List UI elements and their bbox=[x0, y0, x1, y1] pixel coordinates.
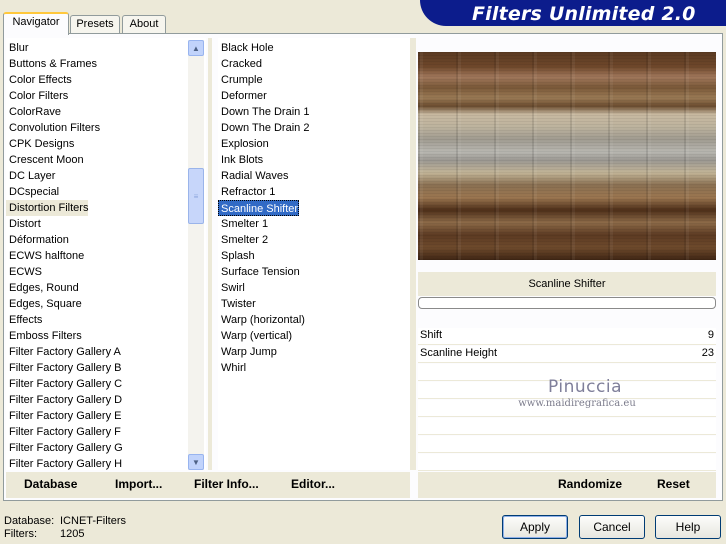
divider bbox=[208, 38, 212, 470]
category-item[interactable]: ColorRave bbox=[6, 104, 61, 120]
category-list[interactable]: Blur Buttons & Frames Color Effects Color F… bbox=[6, 38, 206, 470]
filter-item[interactable]: Down The Drain 2 bbox=[218, 120, 309, 136]
filter-item[interactable]: Crumple bbox=[218, 72, 263, 88]
param-row-empty bbox=[418, 418, 716, 435]
apply-button[interactable]: Apply bbox=[502, 515, 568, 539]
param-row-empty bbox=[418, 454, 716, 471]
window-title: Filters Unlimited 2.0 bbox=[472, 3, 696, 25]
preview-scanlines bbox=[418, 52, 716, 260]
randomize-button[interactable]: Randomize bbox=[558, 477, 622, 491]
category-item[interactable]: ECWS bbox=[6, 264, 42, 280]
category-item[interactable]: Filter Factory Gallery F bbox=[6, 424, 121, 440]
status-area: Database: ICNET-Filters Filters: 1205 bbox=[4, 515, 126, 541]
filters-status-label: Filters: bbox=[4, 528, 37, 540]
filter-item[interactable]: Down The Drain 1 bbox=[218, 104, 309, 120]
filter-item[interactable]: Swirl bbox=[218, 280, 245, 296]
param-label: Shift bbox=[420, 329, 443, 341]
filter-item[interactable]: Warp Jump bbox=[218, 344, 277, 360]
category-item[interactable]: Crescent Moon bbox=[6, 152, 84, 168]
progress-bar bbox=[418, 297, 716, 309]
category-item[interactable]: DCspecial bbox=[6, 184, 59, 200]
tab-navigator[interactable]: Navigator bbox=[3, 12, 69, 35]
filter-item[interactable]: Deformer bbox=[218, 88, 267, 104]
category-item[interactable]: Filter Factory Gallery A bbox=[6, 344, 121, 360]
category-item[interactable]: Filter Factory Gallery H bbox=[6, 456, 122, 470]
category-item[interactable]: Color Effects bbox=[6, 72, 72, 88]
filter-item[interactable]: Whirl bbox=[218, 360, 246, 376]
cancel-button[interactable]: Cancel bbox=[579, 515, 645, 539]
import-button[interactable]: Import... bbox=[115, 477, 162, 491]
filter-item[interactable]: Cracked bbox=[218, 56, 262, 72]
filter-item[interactable]: Ink Blots bbox=[218, 152, 263, 168]
list-toolbar: Database Import... Filter Info... Editor… bbox=[6, 472, 410, 498]
filters-status-value: 1205 bbox=[60, 528, 85, 540]
category-scrollbar[interactable]: ▲ ≡ ▼ bbox=[188, 40, 204, 470]
scroll-up-button[interactable]: ▲ bbox=[188, 40, 204, 56]
database-status-label: Database: bbox=[4, 515, 55, 527]
filter-item[interactable]: Surface Tension bbox=[218, 264, 300, 280]
watermark-name: Pinuccia bbox=[548, 377, 622, 397]
filter-item[interactable]: Radial Waves bbox=[218, 168, 288, 184]
param-label: Scanline Height bbox=[420, 347, 498, 359]
filter-item[interactable]: Smelter 2 bbox=[218, 232, 268, 248]
filter-item[interactable]: Smelter 1 bbox=[218, 216, 268, 232]
category-item[interactable]: Filter Factory Gallery C bbox=[6, 376, 122, 392]
category-item[interactable]: Blur bbox=[6, 40, 29, 56]
preview-image bbox=[418, 52, 716, 260]
category-item[interactable]: Filter Factory Gallery E bbox=[6, 408, 121, 424]
param-value[interactable]: 9 bbox=[708, 329, 714, 341]
help-button[interactable]: Help bbox=[655, 515, 721, 539]
param-row-scanline-height[interactable]: Scanline Height 23 bbox=[418, 346, 716, 363]
filter-item[interactable]: Explosion bbox=[218, 136, 269, 152]
filter-item[interactable]: Black Hole bbox=[218, 40, 274, 56]
database-button[interactable]: Database bbox=[24, 477, 77, 491]
category-item[interactable]: Distortion Filters bbox=[6, 200, 89, 216]
param-row-empty bbox=[418, 436, 716, 453]
filter-item[interactable]: Twister bbox=[218, 296, 256, 312]
category-item[interactable]: DC Layer bbox=[6, 168, 55, 184]
category-item[interactable]: Filter Factory Gallery D bbox=[6, 392, 122, 408]
filter-list[interactable]: Black Hole Cracked Crumple Deformer Down The… bbox=[218, 38, 410, 470]
tab-presets[interactable]: Presets bbox=[70, 15, 120, 34]
category-item[interactable]: Buttons & Frames bbox=[6, 56, 97, 72]
database-status-value: ICNET-Filters bbox=[60, 515, 126, 527]
reset-button[interactable]: Reset bbox=[657, 477, 690, 491]
watermark-url: www.maidiregrafica.eu bbox=[518, 398, 636, 409]
filter-info-button[interactable]: Filter Info... bbox=[194, 477, 259, 491]
tab-about[interactable]: About bbox=[122, 15, 166, 34]
divider bbox=[410, 38, 416, 470]
preview-toolbar: Randomize Reset bbox=[418, 472, 716, 498]
filter-item[interactable]: Splash bbox=[218, 248, 255, 264]
category-item[interactable]: Filter Factory Gallery B bbox=[6, 360, 121, 376]
param-value[interactable]: 23 bbox=[702, 347, 714, 359]
scroll-down-button[interactable]: ▼ bbox=[188, 454, 204, 470]
category-item[interactable]: Convolution Filters bbox=[6, 120, 100, 136]
category-item[interactable]: Déformation bbox=[6, 232, 69, 248]
filter-item[interactable]: Warp (horizontal) bbox=[218, 312, 305, 328]
category-item[interactable]: Edges, Square bbox=[6, 296, 82, 312]
filter-name-label: Scanline Shifter bbox=[418, 272, 716, 296]
category-item[interactable]: Color Filters bbox=[6, 88, 68, 104]
filter-item[interactable]: Refractor 1 bbox=[218, 184, 275, 200]
category-item[interactable]: Distort bbox=[6, 216, 41, 232]
filter-item[interactable]: Warp (vertical) bbox=[218, 328, 292, 344]
filter-item[interactable]: Scanline Shifter bbox=[218, 200, 300, 216]
category-item[interactable]: Effects bbox=[6, 312, 42, 328]
param-row-shift[interactable]: Shift 9 bbox=[418, 328, 716, 345]
category-item[interactable]: Edges, Round bbox=[6, 280, 79, 296]
category-item[interactable]: CPK Designs bbox=[6, 136, 74, 152]
category-item[interactable]: Emboss Filters bbox=[6, 328, 82, 344]
category-item[interactable]: Filter Factory Gallery G bbox=[6, 440, 123, 456]
scroll-thumb[interactable]: ≡ bbox=[188, 168, 204, 224]
category-item[interactable]: ECWS halftone bbox=[6, 248, 84, 264]
editor-button[interactable]: Editor... bbox=[291, 477, 335, 491]
